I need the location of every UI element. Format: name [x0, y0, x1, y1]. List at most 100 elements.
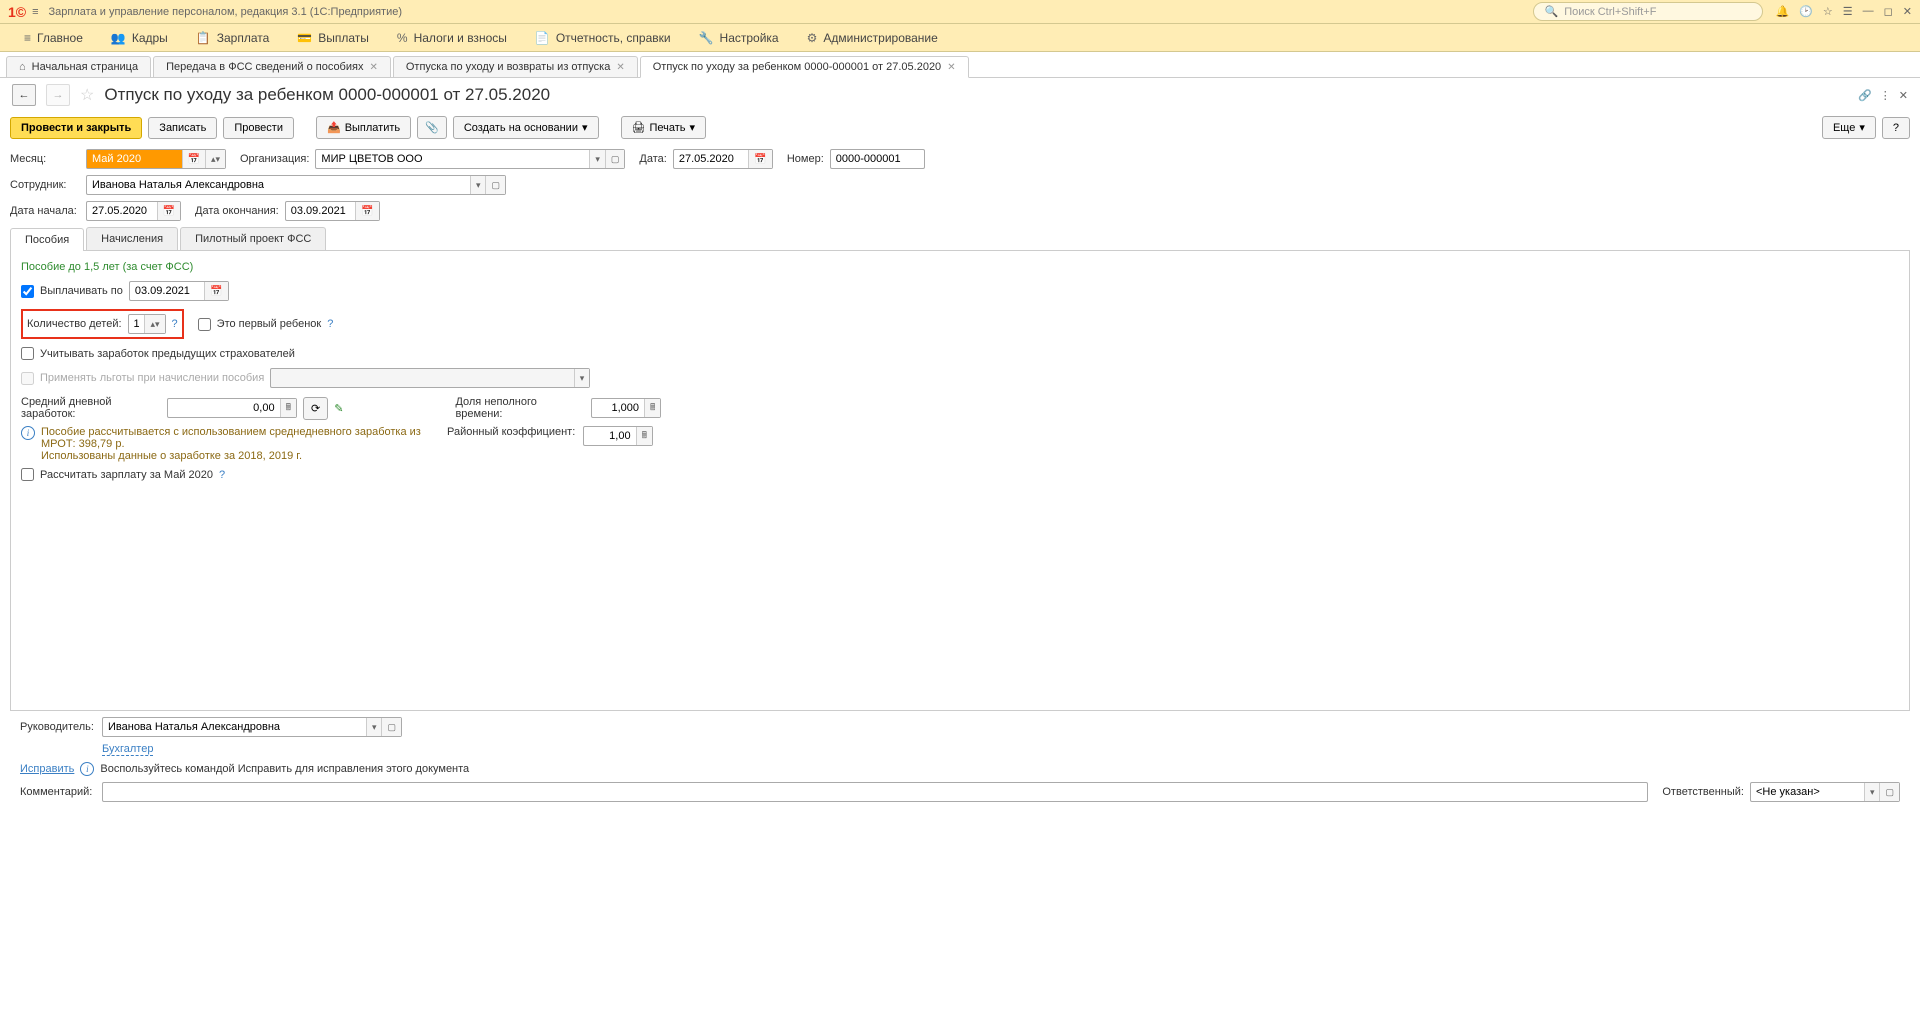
- menu-kadry[interactable]: 👥Кадры: [97, 31, 182, 45]
- attach-button[interactable]: 📎: [417, 116, 447, 139]
- help-icon[interactable]: ?: [219, 469, 225, 481]
- number-field[interactable]: [831, 150, 924, 168]
- children-count-field[interactable]: [129, 315, 145, 333]
- minimize-icon[interactable]: —: [1863, 5, 1874, 18]
- refresh-button[interactable]: ⟳: [303, 397, 328, 420]
- calendar-icon[interactable]: [204, 282, 227, 300]
- recalc-checkbox[interactable]: [21, 468, 34, 481]
- calc-icon[interactable]: 🖩: [280, 399, 296, 417]
- dropdown-icon[interactable]: ▾: [366, 718, 382, 736]
- calendar-icon[interactable]: [157, 202, 180, 220]
- close-doc-icon[interactable]: ✕: [1899, 89, 1908, 102]
- number-input[interactable]: [830, 149, 925, 169]
- more-button[interactable]: Еще ▾: [1822, 116, 1876, 139]
- month-input[interactable]: ▴▾: [86, 149, 226, 169]
- create-based-button[interactable]: Создать на основании ▾: [453, 116, 599, 139]
- tab-leave-list[interactable]: Отпуска по уходу и возвраты из отпуска✕: [393, 56, 638, 77]
- help-button[interactable]: ?: [1882, 117, 1910, 139]
- tab-leave-doc[interactable]: Отпуск по уходу за ребенком 0000-000001 …: [640, 56, 969, 78]
- tab-home[interactable]: ⌂Начальная страница: [6, 56, 151, 77]
- fix-link[interactable]: Исправить: [20, 763, 74, 775]
- pay-button[interactable]: 📤Выплатить: [316, 116, 411, 139]
- tab-benefits[interactable]: Пособия: [10, 228, 84, 251]
- menu-otchet[interactable]: 📄Отчетность, справки: [521, 31, 685, 45]
- calc-icon[interactable]: 🖩: [636, 427, 652, 445]
- dropdown-icon[interactable]: ▾: [589, 150, 605, 168]
- link-icon[interactable]: 🔗: [1858, 89, 1872, 102]
- prev-employer-checkbox[interactable]: [21, 347, 34, 360]
- post-close-button[interactable]: Провести и закрыть: [10, 117, 142, 139]
- spinner-icon[interactable]: ▴▾: [205, 150, 225, 168]
- save-button[interactable]: Записать: [148, 117, 217, 139]
- calendar-icon[interactable]: [748, 150, 771, 168]
- children-count-input[interactable]: ▴▾: [128, 314, 166, 334]
- menu-zarplata[interactable]: 📋Зарплата: [182, 31, 284, 45]
- org-input[interactable]: ▾ ▢: [315, 149, 625, 169]
- open-icon[interactable]: ▢: [605, 150, 625, 168]
- dropdown-icon[interactable]: ▾: [470, 176, 486, 194]
- spinner-icon[interactable]: ▴▾: [144, 315, 164, 333]
- menu-vyplaty[interactable]: 💳Выплаты: [283, 31, 383, 45]
- start-field[interactable]: [87, 202, 157, 220]
- first-child-checkbox[interactable]: [198, 318, 211, 331]
- open-icon[interactable]: ▢: [381, 718, 401, 736]
- end-input[interactable]: [285, 201, 380, 221]
- history-icon[interactable]: 🕑: [1799, 5, 1813, 18]
- help-icon[interactable]: ?: [327, 318, 333, 330]
- start-input[interactable]: [86, 201, 181, 221]
- help-icon[interactable]: ?: [172, 318, 178, 330]
- star-icon[interactable]: ☆: [1823, 5, 1833, 18]
- menu-nastroika[interactable]: 🔧Настройка: [685, 31, 793, 45]
- open-icon[interactable]: ▢: [1879, 783, 1899, 801]
- pay-until-input[interactable]: [129, 281, 229, 301]
- accountant-link[interactable]: Бухгалтер: [102, 743, 153, 756]
- manager-field[interactable]: [103, 718, 366, 736]
- tab-fss-pilot[interactable]: Пилотный проект ФСС: [180, 227, 326, 250]
- tab-accruals[interactable]: Начисления: [86, 227, 178, 250]
- tab-close-icon[interactable]: ✕: [616, 62, 624, 73]
- avg-daily-field[interactable]: [168, 399, 280, 417]
- menu-nalogi[interactable]: %Налоги и взносы: [383, 31, 521, 45]
- tab-close-icon[interactable]: ✕: [369, 62, 377, 73]
- post-button[interactable]: Провести: [223, 117, 294, 139]
- bell-icon[interactable]: 🔔: [1775, 5, 1789, 18]
- calendar-icon[interactable]: [355, 202, 378, 220]
- comment-input[interactable]: [102, 782, 1648, 802]
- end-field[interactable]: [286, 202, 356, 220]
- maximize-icon[interactable]: ◻: [1884, 5, 1893, 18]
- pay-until-field[interactable]: [130, 282, 205, 300]
- employee-field[interactable]: [87, 176, 470, 194]
- print-button[interactable]: 🖨Печать ▾: [621, 116, 707, 139]
- org-field[interactable]: [316, 150, 589, 168]
- calc-icon[interactable]: 🖩: [644, 399, 660, 417]
- parttime-input[interactable]: 🖩: [591, 398, 661, 418]
- open-icon[interactable]: ▢: [485, 176, 505, 194]
- date-input[interactable]: [673, 149, 773, 169]
- search-input[interactable]: 🔍 Поиск Ctrl+Shift+F: [1533, 2, 1763, 21]
- panel-icon[interactable]: ☰: [1843, 5, 1853, 18]
- avg-daily-input[interactable]: 🖩: [167, 398, 297, 418]
- parttime-field[interactable]: [592, 399, 644, 417]
- menu-admin[interactable]: ⚙Администрирование: [793, 31, 952, 45]
- comment-field[interactable]: [103, 783, 1647, 801]
- region-coef-input[interactable]: 🖩: [583, 426, 653, 446]
- menu-main[interactable]: ≡Главное: [10, 31, 97, 45]
- nav-forward-button[interactable]: →: [46, 84, 70, 106]
- calendar-icon[interactable]: [182, 150, 205, 168]
- pencil-icon[interactable]: ✎: [334, 402, 343, 415]
- manager-input[interactable]: ▾ ▢: [102, 717, 402, 737]
- kebab-icon[interactable]: ⋮: [1880, 89, 1891, 102]
- hamburger-icon[interactable]: ≡: [32, 6, 38, 18]
- employee-input[interactable]: ▾ ▢: [86, 175, 506, 195]
- responsible-field[interactable]: [1751, 783, 1864, 801]
- close-icon[interactable]: ✕: [1903, 5, 1912, 18]
- date-field[interactable]: [674, 150, 749, 168]
- responsible-input[interactable]: ▾ ▢: [1750, 782, 1900, 802]
- tab-close-icon[interactable]: ✕: [947, 62, 955, 73]
- dropdown-icon[interactable]: ▾: [1864, 783, 1880, 801]
- pay-until-checkbox[interactable]: [21, 285, 34, 298]
- nav-back-button[interactable]: ←: [12, 84, 36, 106]
- region-coef-field[interactable]: [584, 427, 636, 445]
- tab-fss-transfer[interactable]: Передача в ФСС сведений о пособиях✕: [153, 56, 391, 77]
- favorite-star-icon[interactable]: ☆: [80, 85, 94, 105]
